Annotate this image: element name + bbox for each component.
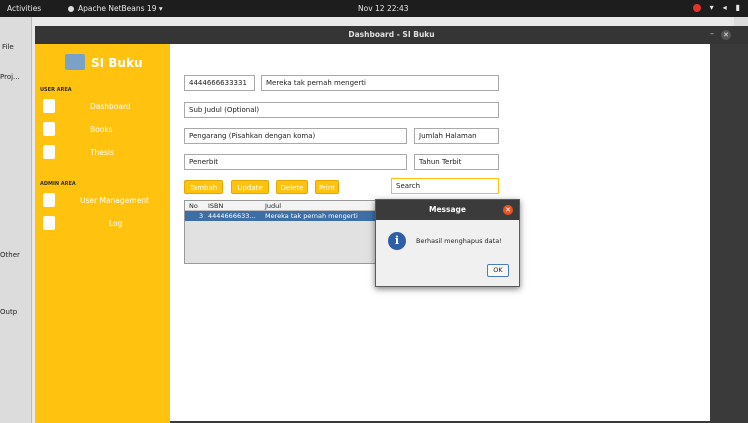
sidebar-item-label: Books: [90, 125, 113, 134]
system-top-bar: Activities Apache NetBeans 19 ▾ Nov 12 2…: [0, 0, 748, 17]
table-cell-isbn: 4444666633...: [208, 212, 256, 220]
app-name: Apache NetBeans 19: [78, 4, 157, 13]
log-icon: [43, 216, 55, 230]
sidebar-item-thesis[interactable]: Thesis: [40, 142, 165, 164]
jumlah-halaman-field[interactable]: Jumlah Halaman: [414, 128, 499, 144]
isbn-field[interactable]: 4444666633331: [184, 75, 255, 91]
netbeans-icon: [68, 6, 74, 12]
battery-icon[interactable]: ▮: [736, 3, 740, 12]
sidebar-item-books[interactable]: Books: [40, 119, 165, 141]
chevron-down-icon: ▾: [158, 4, 163, 13]
column-header-isbn[interactable]: ISBN: [208, 202, 223, 210]
delete-button[interactable]: Delete: [276, 180, 308, 194]
column-header-no[interactable]: No: [189, 202, 198, 210]
file-menu[interactable]: File: [2, 43, 14, 51]
notification-icon[interactable]: [692, 3, 701, 12]
print-button[interactable]: Print: [315, 180, 339, 194]
table-cell-no: 3: [199, 212, 204, 220]
projects-tab[interactable]: Proj...: [0, 73, 20, 81]
column-header-judul[interactable]: Judul: [265, 202, 281, 210]
home-icon: [43, 99, 55, 113]
user-icon: [43, 193, 55, 207]
clock[interactable]: Nov 12 22:43: [358, 4, 409, 13]
close-icon[interactable]: ✕: [503, 205, 513, 215]
logo-icon: [65, 54, 85, 70]
dialog-title: Message: [376, 200, 519, 220]
info-icon: i: [388, 232, 406, 250]
app-logo-text: SI Buku: [91, 56, 143, 70]
sidebar-item-label: User Management: [80, 196, 149, 205]
table-cell-judul: Mereka tak pernah mengerti: [265, 212, 358, 220]
pengarang-field[interactable]: Pengarang (Pisahkan dengan koma): [184, 128, 407, 144]
update-button[interactable]: Update: [231, 180, 269, 194]
judul-field[interactable]: Mereka tak pernah mengerti: [261, 75, 499, 91]
sidebar-item-log[interactable]: Log: [40, 213, 165, 235]
user-area-heading: USER AREA: [40, 87, 72, 93]
search-input[interactable]: Search: [391, 178, 499, 194]
books-icon: [43, 122, 55, 136]
sidebar: SI Buku USER AREA Dashboard Books Thesis…: [35, 44, 170, 423]
sidebar-item-label: Thesis: [90, 148, 114, 157]
window-close-button[interactable]: ✕: [721, 30, 731, 40]
sidebar-item-label: Dashboard: [90, 102, 131, 111]
output-tab[interactable]: Outp: [0, 308, 17, 316]
network-icon[interactable]: ▾: [710, 3, 714, 12]
thesis-icon: [43, 145, 55, 159]
sidebar-item-label: Log: [109, 219, 123, 228]
window-title: Dashboard - SI Buku: [35, 26, 748, 44]
other-panel-label: Other: [0, 251, 20, 259]
admin-area-heading: ADMIN AREA: [40, 181, 76, 187]
tahun-terbit-field[interactable]: Tahun Terbit: [414, 154, 499, 170]
message-dialog: Message ✕ i Berhasil menghapus data! OK: [375, 199, 520, 287]
dialog-message: Berhasil menghapus data!: [416, 237, 502, 245]
ok-button[interactable]: OK: [487, 264, 509, 277]
penerbit-field[interactable]: Penerbit: [184, 154, 407, 170]
system-tray[interactable]: ▾ ◂ ▮: [692, 3, 740, 12]
volume-icon[interactable]: ◂: [723, 3, 727, 12]
app-menu[interactable]: Apache NetBeans 19 ▾: [68, 4, 163, 13]
sidebar-item-user-management[interactable]: User Management: [40, 190, 165, 212]
minimize-button[interactable]: –: [710, 29, 714, 38]
sidebar-item-dashboard[interactable]: Dashboard: [40, 96, 165, 118]
activities-button[interactable]: Activities: [7, 4, 41, 13]
tambah-button[interactable]: Tambah: [184, 180, 223, 194]
sub-judul-field[interactable]: Sub Judul (Optional): [184, 102, 499, 118]
